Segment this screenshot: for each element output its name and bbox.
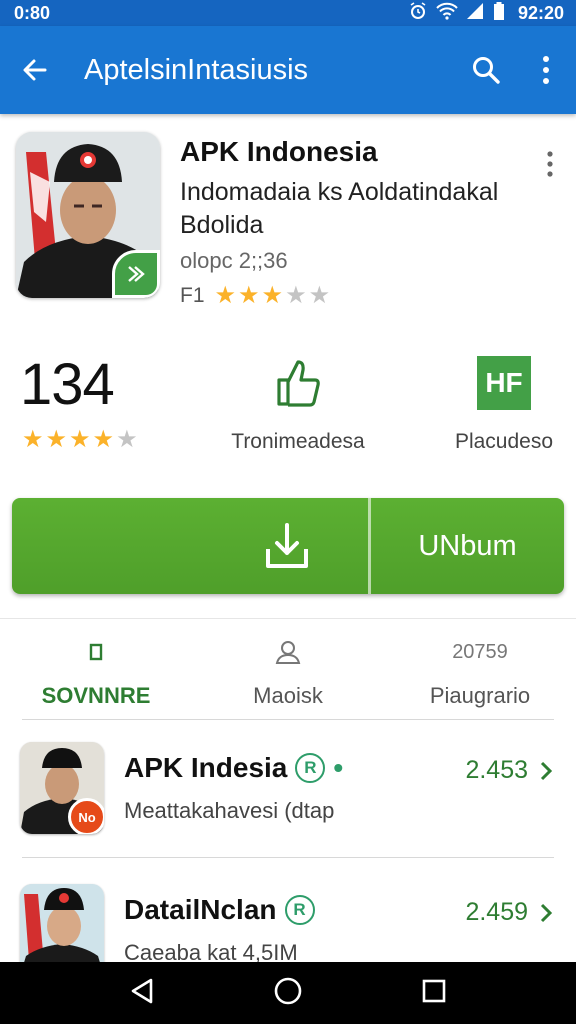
star-icon: ★ [69, 426, 91, 453]
wifi-icon [436, 2, 458, 25]
open-button[interactable]: UNbum [371, 498, 564, 594]
list-item-badge: No [68, 798, 104, 834]
install-button[interactable] [12, 498, 368, 594]
square-icon [89, 637, 103, 667]
list-item-title: DatailNclan R [124, 894, 315, 926]
list-item-title-text: APK Indesia [124, 752, 288, 783]
list-item[interactable]: No APK Indesia R • Meattakahavesi (dtap … [0, 742, 576, 862]
list-item-score: 2.459 [465, 898, 528, 926]
tab-label: Piaugrario [429, 683, 531, 708]
search-button[interactable] [456, 26, 516, 114]
app-bar: AptelsinIntasiusis [0, 26, 576, 114]
alarm-icon [408, 1, 428, 26]
header-stars: ★ ★ ★ ★ ★ [215, 284, 331, 308]
developer-line-2: Bdolida [180, 211, 264, 239]
star-icon: ★ [116, 426, 138, 453]
stat-category[interactable]: HF Placudeso [414, 352, 576, 454]
list-item-title: APK Indesia R • [124, 752, 343, 784]
divider [22, 857, 554, 858]
rating-label: F1 [180, 284, 205, 307]
star-icon: ★ [285, 282, 307, 309]
play-badge-icon [112, 250, 160, 298]
nav-back-button[interactable] [129, 977, 155, 1010]
tab-2[interactable]: 20759 Piaugrario [384, 619, 576, 718]
star-icon: ★ [22, 426, 44, 453]
app-bar-title: AptelsinIntasiusis [84, 53, 309, 86]
stats-stars: ★ ★ ★ ★ ★ [22, 428, 138, 452]
stat-middle-label: Tronimeadesa [231, 430, 365, 453]
arrow-back-icon [23, 59, 47, 81]
verified-icon: R [295, 753, 326, 783]
app-version: olopc 2;;36 [180, 248, 288, 273]
dot-icon: • [333, 752, 344, 783]
tab-label: Maoisk [253, 683, 323, 708]
star-icon: ★ [92, 426, 115, 453]
app-overflow-button[interactable] [538, 140, 562, 188]
star-icon: ★ [214, 282, 237, 309]
battery-icon [492, 1, 506, 26]
star-icon: ★ [261, 282, 284, 309]
rating-count: 134 [20, 352, 115, 417]
developer-line-1: Indomadaia ks Aoldatindakal [180, 178, 499, 206]
stat-right-label: Placudeso [454, 430, 554, 453]
thumbs-up-icon [275, 352, 321, 414]
square-recents-icon [422, 979, 446, 1002]
back-button[interactable] [0, 26, 70, 114]
list-item-subtitle: Meattakahavesi (dtap [124, 798, 335, 823]
star-icon: ★ [45, 426, 68, 453]
list-item-title-text: DatailNclan [124, 894, 277, 925]
status-time-right: 92:20 [517, 2, 564, 23]
star-icon: ★ [238, 282, 260, 309]
chevron-right-icon[interactable] [536, 898, 556, 928]
star-icon: ★ [308, 282, 331, 309]
list-item-icon: No [20, 742, 104, 834]
install-button-group: UNbum [12, 498, 564, 594]
status-time-left: 0:80 [14, 2, 51, 23]
nav-recents-button[interactable] [421, 978, 447, 1009]
stat-recommend[interactable]: Tronimeadesa [208, 352, 388, 454]
developer-name[interactable]: Indomadaia ks Aoldatindakal Bdolida [180, 176, 520, 242]
app-stats: 134 ★ ★ ★ ★ ★ Tronimeadesa HF Placudeso [0, 352, 576, 472]
tab-label: SOVNNRE [41, 683, 151, 708]
circle-home-icon [274, 977, 302, 1004]
category-icon: HF [477, 356, 531, 410]
divider [22, 719, 554, 720]
chevron-right-icon[interactable] [536, 756, 556, 786]
system-nav-bar [0, 962, 576, 1024]
verified-icon: R [284, 895, 315, 925]
download-icon [266, 523, 308, 568]
more-vert-icon [547, 151, 553, 177]
user-icon [274, 637, 302, 667]
more-options-button[interactable] [516, 26, 576, 114]
header-rating: F1 ★ ★ ★ ★ ★ [180, 284, 330, 308]
rating-stars: ★ ★ ★ ★ ★ [22, 428, 138, 452]
more-vert-icon [543, 56, 549, 84]
app-header: APK Indonesia Indomadaia ks Aoldatindaka… [0, 124, 576, 324]
nav-home-button[interactable] [273, 976, 303, 1011]
tab-bar: SOVNNRE Maoisk 20759 Piaugrario [0, 618, 576, 718]
signal-icon [466, 2, 484, 25]
app-name: APK Indonesia [180, 136, 378, 167]
list-item-score: 2.453 [465, 756, 528, 784]
app-icon [16, 132, 160, 298]
search-icon [473, 57, 500, 84]
triangle-back-icon [131, 978, 153, 1003]
tab-1[interactable]: Maoisk [192, 619, 384, 718]
tab-0[interactable]: SOVNNRE [0, 619, 192, 718]
tab-count: 20759 [452, 640, 508, 663]
status-bar: 0:80 92:20 [0, 0, 576, 26]
